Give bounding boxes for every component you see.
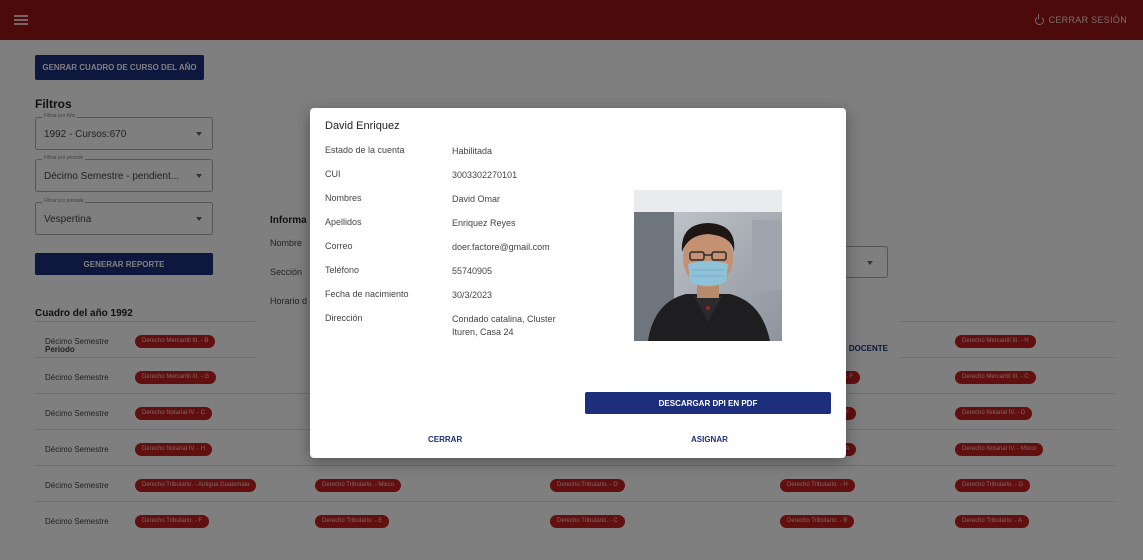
user-detail-dialog: David Enriquez Estado de la cuenta Habil… — [310, 108, 846, 458]
field-label: Fecha de nacimiento — [325, 289, 409, 299]
assign-button[interactable]: ASIGNAR — [691, 435, 728, 444]
account-status-value: Habilitada — [452, 146, 493, 156]
field-label: Correo — [325, 241, 353, 251]
field-label: CUI — [325, 169, 341, 179]
first-names-value: David Omar — [452, 194, 501, 204]
close-button[interactable]: CERRAR — [428, 435, 462, 444]
email-value: doer.factore@gmail.com — [452, 242, 550, 252]
cui-value: 3003302270101 — [452, 170, 518, 180]
user-name-title: David Enriquez — [325, 120, 400, 132]
download-dpi-pdf-button[interactable]: DESCARGAR DPI EN PDF — [585, 392, 831, 414]
phone-value: 55740905 — [452, 266, 493, 276]
field-label: Apellidos — [325, 217, 362, 227]
field-label: Dirección — [325, 313, 363, 323]
birth-date-value: 30/3/2023 — [452, 290, 493, 300]
last-names-value: Enriquez Reyes — [452, 218, 516, 228]
field-label: Estado de la cuenta — [325, 145, 405, 155]
user-photo — [634, 190, 782, 341]
address-value: Condado catalina, Cluster Ituren, Casa 2… — [452, 314, 556, 338]
user-photo-image — [634, 190, 782, 341]
field-label: Nombres — [325, 193, 362, 203]
field-label: Teléfono — [325, 265, 360, 275]
